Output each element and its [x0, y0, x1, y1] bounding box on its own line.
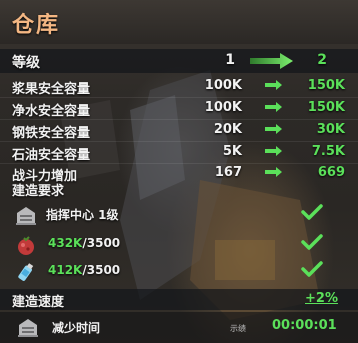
stat-row-berries: 浆果安全容量 100K 150K: [0, 75, 358, 97]
arrow-right-icon: [265, 167, 282, 177]
stat-next: 150K: [307, 78, 345, 93]
requirement-berries: 432K/3500: [0, 231, 358, 257]
reduce-time-tag: 示绩: [230, 324, 246, 333]
stat-row-oil: 石油安全容量 5K 7.5K: [0, 141, 358, 163]
berries-amount: 432K/3500: [48, 236, 120, 250]
check-icon: [301, 204, 323, 220]
stat-current: 167: [214, 165, 242, 180]
reduce-time-value: 00:00:01: [272, 318, 337, 333]
stat-label: 钢铁安全容量: [12, 126, 91, 141]
level-next: 2: [317, 52, 327, 68]
building-icon: [16, 207, 36, 225]
requirement-building: 指挥中心 1级: [0, 201, 358, 227]
level-row: 等级 1 2: [0, 49, 358, 73]
stat-next: 150K: [307, 100, 345, 115]
window-title: 仓库: [12, 13, 61, 38]
water-amount: 412K/3500: [48, 263, 120, 277]
check-icon: [301, 261, 323, 277]
arrow-right-icon: [265, 102, 282, 112]
stat-row-water: 净水安全容量 100K 150K: [0, 97, 358, 119]
stat-current: 100K: [204, 78, 242, 93]
berries-need: /3500: [82, 236, 121, 250]
build-speed-label: 建造速度: [12, 295, 65, 310]
water-need: /3500: [82, 263, 121, 277]
berry-icon: [18, 236, 34, 255]
level-label: 等级: [12, 55, 40, 71]
title-bar: 仓库: [0, 0, 358, 44]
building-icon: [18, 319, 38, 337]
stat-current: 20K: [213, 122, 242, 137]
arrow-right-icon: [265, 124, 282, 134]
build-speed-row: 建造速度 +2%: [0, 289, 358, 310]
stat-current: 100K: [204, 100, 242, 115]
warehouse-panel: 仓库 等级 1 2 浆果安全容量 100K 150K 净水安全容量 100K 1…: [0, 0, 358, 343]
stat-label: 浆果安全容量: [12, 82, 91, 97]
stat-next: 7.5K: [311, 144, 345, 159]
stat-row-steel: 钢铁安全容量 20K 30K: [0, 119, 358, 141]
stat-next: 669: [317, 165, 345, 180]
arrow-right-icon: [265, 80, 282, 90]
check-icon: [301, 234, 323, 250]
building-requirement-label: 指挥中心 1级: [46, 208, 119, 222]
arrow-right-icon: [265, 146, 282, 156]
reduce-time-row: 减少时间 示绩 00:00:01: [0, 312, 358, 343]
stat-label: 石油安全容量: [12, 148, 91, 163]
reduce-time-label: 减少时间: [52, 321, 101, 335]
water-have: 412K: [48, 263, 83, 277]
build-speed-value: +2%: [305, 291, 338, 306]
berries-have: 432K: [48, 236, 83, 250]
requirements-title: 建造要求: [12, 184, 65, 199]
stat-label: 净水安全容量: [12, 104, 91, 119]
stat-next: 30K: [316, 122, 345, 137]
water-bottle-icon: [18, 263, 34, 281]
level-current: 1: [225, 52, 235, 68]
stat-current: 5K: [222, 144, 242, 159]
requirement-water: 412K/3500: [0, 258, 358, 284]
